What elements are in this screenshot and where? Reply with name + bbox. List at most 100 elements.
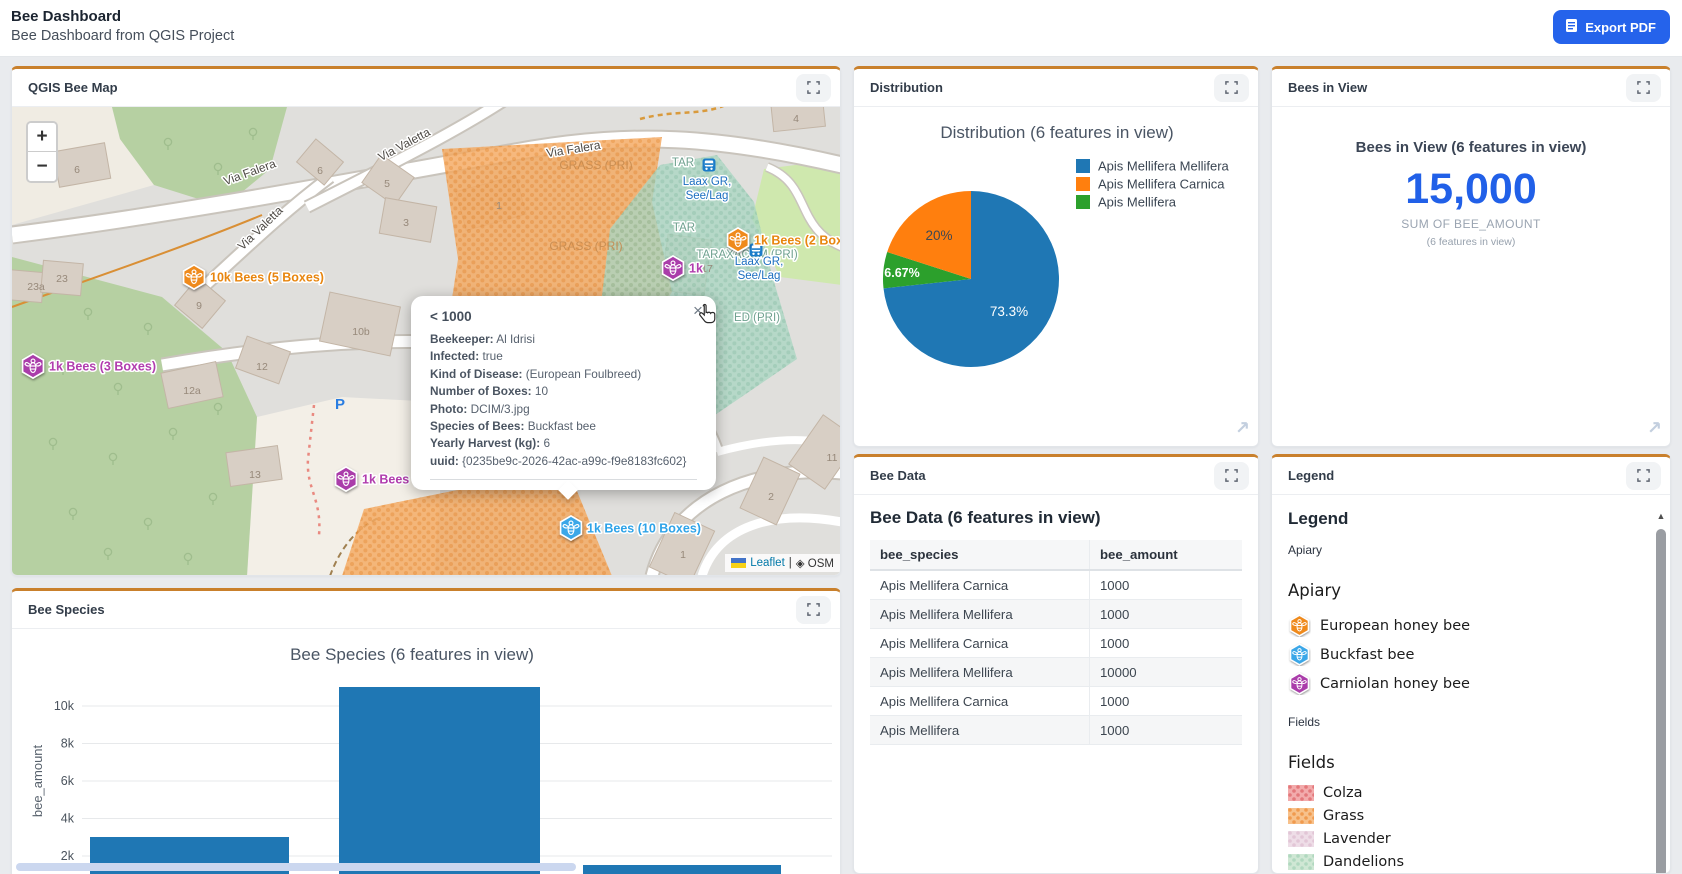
popup-title: < 1000 bbox=[430, 309, 697, 324]
pie-chart: Distribution (6 features in view) 73.3% … bbox=[854, 107, 1258, 445]
legend-entry[interactable]: Apis Mellifera Carnica bbox=[1098, 177, 1225, 192]
panel-bees-in-view: Bees in View Bees in View (6 features in… bbox=[1271, 66, 1671, 447]
pie-legend: Apis Mellifera Mellifera Apis Mellifera … bbox=[1076, 159, 1230, 210]
popup-divider bbox=[430, 479, 697, 480]
popup-field: uuid: {0235be9c-2026-42ac-a99c-f9e8183fc… bbox=[430, 453, 697, 470]
expand-icon bbox=[1637, 81, 1650, 94]
osm-link[interactable]: ◈ OSM bbox=[796, 556, 834, 570]
zoom-in-button[interactable]: + bbox=[28, 123, 56, 152]
legend-item-european-honey-bee: European honey bee bbox=[1288, 612, 1654, 639]
house-number: 12a bbox=[183, 385, 201, 397]
transit-label: Laax GR, bbox=[735, 256, 784, 268]
scrollbar-up-arrow[interactable]: ▲ bbox=[1655, 511, 1667, 521]
metric-subcaption: (6 features in view) bbox=[1272, 236, 1670, 248]
panel-header: Legend bbox=[1272, 457, 1670, 495]
legend-item-label: Grass bbox=[1323, 808, 1364, 824]
cell-species: Apis Mellifera Carnica bbox=[870, 629, 1089, 658]
house-number: 1 bbox=[496, 200, 502, 212]
legend-group-apiary: Apiary bbox=[1288, 581, 1654, 600]
panel-bee-species: Bee Species Bee Species (6 features in v… bbox=[11, 588, 841, 874]
panel-title: Bee Species bbox=[28, 602, 105, 617]
european-honey-bee-icon bbox=[1288, 614, 1311, 637]
house-number: 23a bbox=[27, 281, 45, 293]
area-label-ed: ED (PRI) bbox=[734, 312, 780, 324]
table-row: Apis Mellifera Carnica1000 bbox=[870, 629, 1242, 658]
popup-field: Photo: DCIM/3.jpg bbox=[430, 401, 697, 418]
expand-button[interactable] bbox=[1626, 462, 1661, 490]
marker-label: 1k Bees (10 Boxes) bbox=[587, 522, 701, 536]
leaflet-link[interactable]: Leaflet bbox=[750, 557, 785, 569]
expand-button[interactable] bbox=[796, 596, 831, 624]
legend-swatch bbox=[1076, 177, 1090, 191]
cell-species: Apis Mellifera Mellifera bbox=[870, 600, 1089, 629]
column-header-bee-species[interactable]: bee_species bbox=[870, 540, 1089, 570]
area-label-tar: TAR bbox=[673, 222, 695, 234]
chart-title: Bee Species (6 features in view) bbox=[290, 645, 534, 664]
expand-button[interactable] bbox=[1214, 462, 1249, 490]
map-attribution: Leaflet | ◈ OSM bbox=[725, 554, 840, 572]
legend-group-fields: Fields bbox=[1288, 753, 1654, 772]
popup-field: Yearly Harvest (kg): 6 bbox=[430, 435, 697, 452]
panel-title: Bees in View bbox=[1288, 80, 1367, 95]
legend-entry[interactable]: Apis Mellifera bbox=[1098, 195, 1177, 210]
house-number: 12 bbox=[256, 361, 268, 373]
panel-legend: Legend Legend Apiary Apiary European hon… bbox=[1271, 454, 1671, 874]
zoom-out-button[interactable]: − bbox=[28, 152, 56, 181]
map-zoom-control: + − bbox=[26, 121, 58, 183]
panel-header: Bee Data bbox=[854, 457, 1258, 495]
leaflet-map[interactable]: Via Falera Via Falera Via Valetta Via Va… bbox=[12, 107, 840, 572]
expand-icon bbox=[1225, 81, 1238, 94]
scrollbar-thumb[interactable] bbox=[1656, 529, 1666, 874]
bar-apis-mellifera-mellifera[interactable] bbox=[339, 687, 540, 874]
cell-amount: 10000 bbox=[1089, 658, 1242, 687]
map-popup: × < 1000 Beekeeper: Al Idrisi Infected: … bbox=[411, 296, 716, 490]
table-row: Apis Mellifera Mellifera10000 bbox=[870, 658, 1242, 687]
area-label-tar: TAR bbox=[672, 157, 694, 169]
attribution-separator: | bbox=[789, 557, 792, 569]
house-number: 10b bbox=[352, 326, 370, 338]
house-number: 17 bbox=[701, 263, 713, 275]
resize-handle-icon[interactable] bbox=[1235, 420, 1250, 435]
column-header-bee-amount[interactable]: bee_amount bbox=[1089, 540, 1242, 570]
legend-scrollbar[interactable]: ▲ bbox=[1655, 511, 1667, 874]
cell-species: Apis Mellifera bbox=[870, 716, 1089, 745]
popup-field: Beekeeper: Al Idrisi bbox=[430, 331, 697, 348]
expand-button[interactable] bbox=[1214, 74, 1249, 102]
resize-handle-icon[interactable] bbox=[1647, 420, 1662, 435]
popup-field: Kind of Disease: (European Foulbreed) bbox=[430, 366, 697, 383]
metric-heading: Bees in View (6 features in view) bbox=[1272, 139, 1670, 156]
bar-apis-mellifera[interactable] bbox=[583, 865, 781, 874]
house-number: 3 bbox=[403, 217, 409, 229]
legend-swatch bbox=[1076, 195, 1090, 209]
house-number: 1 bbox=[680, 549, 686, 561]
legend-item-grass: Grass bbox=[1288, 805, 1654, 826]
ukraine-flag-icon bbox=[731, 558, 746, 568]
document-icon bbox=[1565, 18, 1578, 36]
y-axis-label: bee_amount bbox=[30, 744, 45, 817]
expand-button[interactable] bbox=[1626, 74, 1661, 102]
table-row: Apis Mellifera Carnica1000 bbox=[870, 687, 1242, 716]
cell-amount: 1000 bbox=[1089, 629, 1242, 658]
house-number: 9 bbox=[196, 300, 202, 312]
cell-amount: 1000 bbox=[1089, 716, 1242, 745]
transit-label: See/Lag bbox=[686, 190, 729, 202]
page-title: Bee Dashboard bbox=[11, 8, 121, 25]
table-row: Apis Mellifera Mellifera1000 bbox=[870, 600, 1242, 629]
y-tick: 6k bbox=[61, 774, 75, 788]
panel-title: Distribution bbox=[870, 80, 943, 95]
export-pdf-button[interactable]: Export PDF bbox=[1553, 10, 1670, 44]
house-number: 11 bbox=[827, 452, 838, 464]
legend-item-colza: Colza bbox=[1288, 782, 1654, 803]
horizontal-scrollbar[interactable] bbox=[16, 863, 576, 871]
panel-header: QGIS Bee Map bbox=[12, 69, 840, 107]
marker-label: 1k Bees (2 Boxes) bbox=[754, 234, 841, 248]
expand-button[interactable] bbox=[796, 74, 831, 102]
popup-field: Infected: true bbox=[430, 348, 697, 365]
expand-icon bbox=[1637, 469, 1650, 482]
legend-item-lavender: Lavender bbox=[1288, 828, 1654, 849]
marker-label: 1k Bees (3 Boxes) bbox=[49, 360, 156, 374]
house-number: 6 bbox=[74, 164, 80, 176]
legend-entry[interactable]: Apis Mellifera Mellifera bbox=[1098, 159, 1230, 174]
buckfast-bee-icon bbox=[1288, 643, 1311, 666]
legend-item-carniolan-honey-bee: Carniolan honey bee bbox=[1288, 670, 1654, 697]
